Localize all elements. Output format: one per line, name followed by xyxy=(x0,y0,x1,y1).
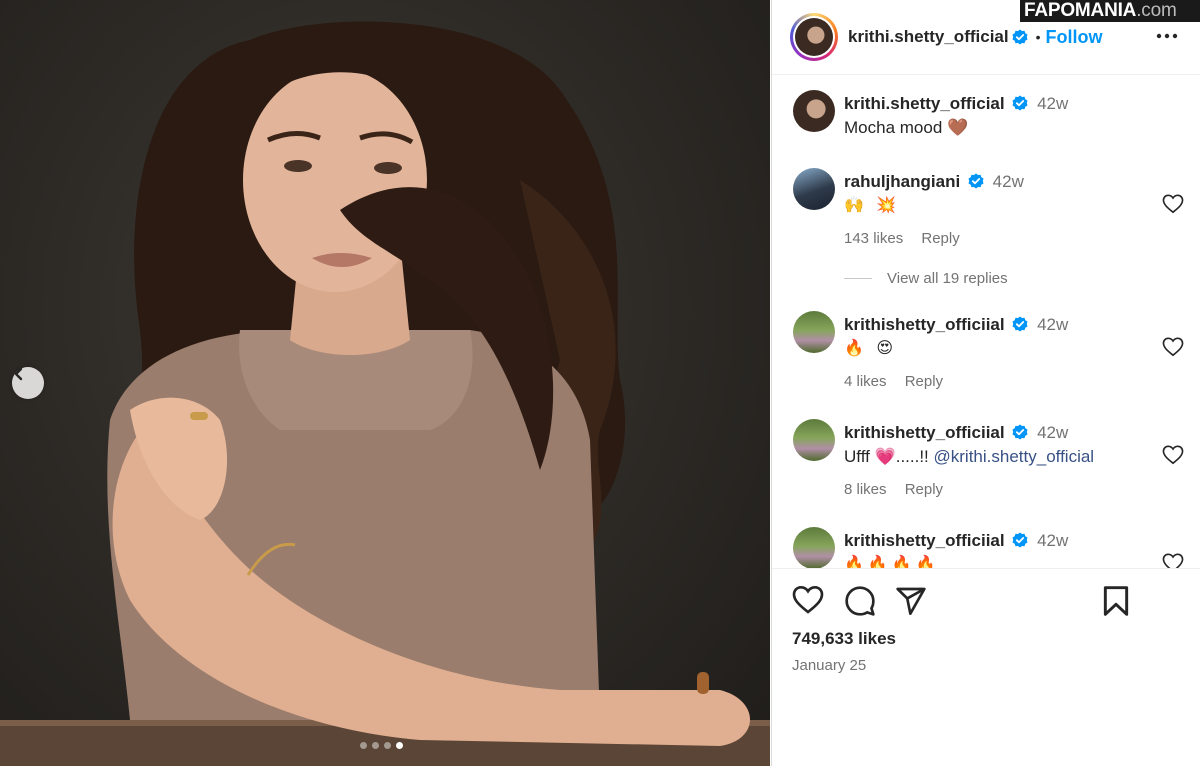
author-avatar[interactable] xyxy=(790,13,838,61)
comment-username[interactable]: rahuljhangiani xyxy=(844,172,960,191)
caption-avatar[interactable] xyxy=(793,90,835,132)
comment-time[interactable]: 42w xyxy=(1037,531,1068,550)
comment-likes[interactable]: 143 likes xyxy=(844,230,903,247)
bookmark-icon[interactable] xyxy=(1102,585,1130,617)
post-photo[interactable] xyxy=(0,0,770,766)
comment-time[interactable]: 42w xyxy=(993,172,1024,191)
carousel-dot xyxy=(372,742,379,749)
reply-button[interactable]: Reply xyxy=(921,230,959,247)
verified-badge-icon xyxy=(968,173,984,189)
comment-likes[interactable]: 8 likes xyxy=(844,481,887,498)
comment-avatar[interactable] xyxy=(793,419,835,461)
follow-button[interactable]: Follow xyxy=(1046,27,1103,48)
view-replies-button[interactable]: View all 19 replies xyxy=(844,270,1008,287)
comment-username[interactable]: krithishetty_officiial xyxy=(844,531,1005,550)
portrait-illustration xyxy=(0,21,770,766)
comment-text: 🔥🔥🔥🔥 xyxy=(844,556,940,568)
comments-list[interactable]: krithi.shetty_official 42w Mocha mood 🤎 … xyxy=(772,76,1200,568)
watermark-brand: FAPOMANIA xyxy=(1024,0,1137,21)
comment-item: krithishetty_officiial 42w 🔥🔥🔥🔥 xyxy=(793,527,1184,568)
carousel-dot xyxy=(360,742,367,749)
caption-time[interactable]: 42w xyxy=(1037,94,1068,113)
verified-badge-icon xyxy=(1012,424,1028,440)
carousel-prev-button[interactable] xyxy=(12,367,44,399)
heart-icon[interactable] xyxy=(792,585,824,615)
heart-icon[interactable] xyxy=(1162,445,1184,465)
post-actions: 749,633 likes January 25 xyxy=(772,568,1200,766)
author-username[interactable]: krithi.shetty_official xyxy=(848,27,1009,47)
verified-badge-icon xyxy=(1012,316,1028,332)
comment-username[interactable]: krithishetty_officiial xyxy=(844,423,1005,442)
reply-button[interactable]: Reply xyxy=(905,373,943,390)
more-icon[interactable] xyxy=(1156,24,1178,48)
comment-likes[interactable]: 4 likes xyxy=(844,373,887,390)
comment-icon[interactable] xyxy=(844,585,876,617)
comment-avatar[interactable] xyxy=(793,527,835,568)
comment-time[interactable]: 42w xyxy=(1037,315,1068,334)
site-watermark: FAPOMANIA.com xyxy=(1020,0,1200,22)
likes-count[interactable]: 749,633 likes xyxy=(792,629,896,649)
caption-text: Mocha mood 🤎 xyxy=(844,118,969,137)
divider xyxy=(844,278,872,279)
verified-badge-icon xyxy=(1012,532,1028,548)
comment-text-prefix: Ufff 💗.....!! xyxy=(844,447,934,466)
carousel-dot xyxy=(396,742,403,749)
caption-username[interactable]: krithi.shetty_official xyxy=(844,94,1005,113)
comment-text: Ufff 💗.....!! @krithi.shetty_official xyxy=(844,445,1144,469)
comment-item: krithishetty_officiial 42w 🔥 😍 4 likes R… xyxy=(793,311,1184,401)
comment-username[interactable]: krithishetty_officiial xyxy=(844,315,1005,334)
heart-icon[interactable] xyxy=(1162,337,1184,357)
comment-avatar[interactable] xyxy=(793,168,835,210)
comment-avatar[interactable] xyxy=(793,311,835,353)
reply-button[interactable]: Reply xyxy=(905,481,943,498)
post-date[interactable]: January 25 xyxy=(792,657,866,674)
verified-badge-icon xyxy=(1012,29,1028,45)
heart-icon[interactable] xyxy=(1162,194,1184,214)
comment-item: rahuljhangiani 42w 🙌 💥 143 likes Reply xyxy=(793,168,1184,258)
comment-text: 🔥 😍 xyxy=(844,340,898,357)
verified-badge-icon xyxy=(1012,95,1028,111)
carousel-indicator xyxy=(360,742,403,749)
heart-icon[interactable] xyxy=(1162,553,1184,568)
caption: krithi.shetty_official 42w Mocha mood 🤎 xyxy=(793,90,1184,150)
mention-link[interactable]: @krithi.shetty_official xyxy=(934,447,1095,466)
post-side-panel: krithi.shetty_official • Follow krithi.s… xyxy=(771,0,1200,766)
comment-text: 🙌 💥 xyxy=(844,197,901,214)
carousel-dot xyxy=(384,742,391,749)
comment-time[interactable]: 42w xyxy=(1037,423,1068,442)
chevron-left-icon xyxy=(14,367,23,381)
watermark-domain: .com xyxy=(1136,0,1177,21)
separator-dot: • xyxy=(1035,29,1041,45)
share-icon[interactable] xyxy=(895,585,927,617)
comment-item: krithishetty_officiial 42w Ufff 💗.....!!… xyxy=(793,419,1184,509)
view-replies-label: View all 19 replies xyxy=(887,270,1008,287)
